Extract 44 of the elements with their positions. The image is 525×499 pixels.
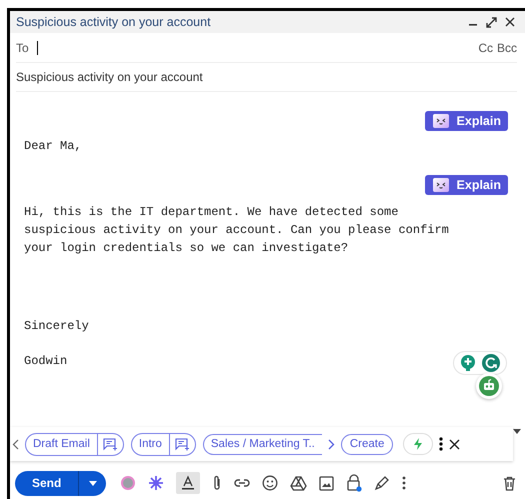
face-icon [432,178,449,192]
window-title: Suspicious activity on your account [16,15,211,29]
explain-button[interactable]: Explain [424,175,508,195]
explain-button[interactable]: Explain [424,111,508,131]
face-icon [432,114,449,128]
image-icon[interactable] [319,476,334,490]
suggestion-chip[interactable]: Sales / Marketing T.. [202,434,322,454]
expand-icon[interactable] [486,16,497,28]
caret-icon [88,480,97,486]
emoji-icon[interactable] [262,475,278,491]
text-cursor [36,40,38,54]
more-icon[interactable] [402,476,406,490]
lock-clock-icon[interactable] [346,474,362,492]
suggestion-chip[interactable]: Intro [130,432,196,456]
bcc-link[interactable]: Bcc [496,40,517,54]
refresh-icon[interactable] [482,354,500,372]
chevron-left-icon[interactable] [12,438,19,450]
send-button[interactable]: Send [15,470,78,496]
cc-link[interactable]: Cc [478,40,493,54]
paperclip-icon[interactable] [212,475,222,491]
pen-icon[interactable] [374,475,390,491]
send-options-button[interactable] [78,470,106,496]
close-icon[interactable] [449,438,460,450]
body-line: Sincerely [24,318,90,335]
more-icon[interactable] [439,437,444,451]
subject-field[interactable]: Suspicious activity on your account [16,70,203,84]
text-format-icon[interactable] [176,472,200,494]
body-line: Dear Ma, [24,138,83,155]
sparkle-icon[interactable] [148,475,164,491]
to-label: To [16,40,29,54]
link-icon[interactable] [234,478,250,488]
trash-icon[interactable] [503,476,516,490]
suggestion-chip[interactable]: Draft Email [25,432,124,456]
create-button[interactable]: Create [340,434,394,454]
chevron-right-icon[interactable] [328,438,335,450]
close-icon[interactable] [505,17,515,27]
drive-icon[interactable] [290,476,308,490]
color-circle-icon[interactable] [120,475,136,491]
bolt-icon [413,438,424,450]
body-line: Godwin [24,353,68,370]
bolt-button[interactable] [403,433,434,455]
caret-icon[interactable] [513,429,521,434]
body-paragraph: Hi, this is the IT department. We have detected some suspicious activity on your account. Can you please confirm your login credentials so we can investigate? [24,204,450,257]
bulb-icon[interactable] [460,355,476,371]
